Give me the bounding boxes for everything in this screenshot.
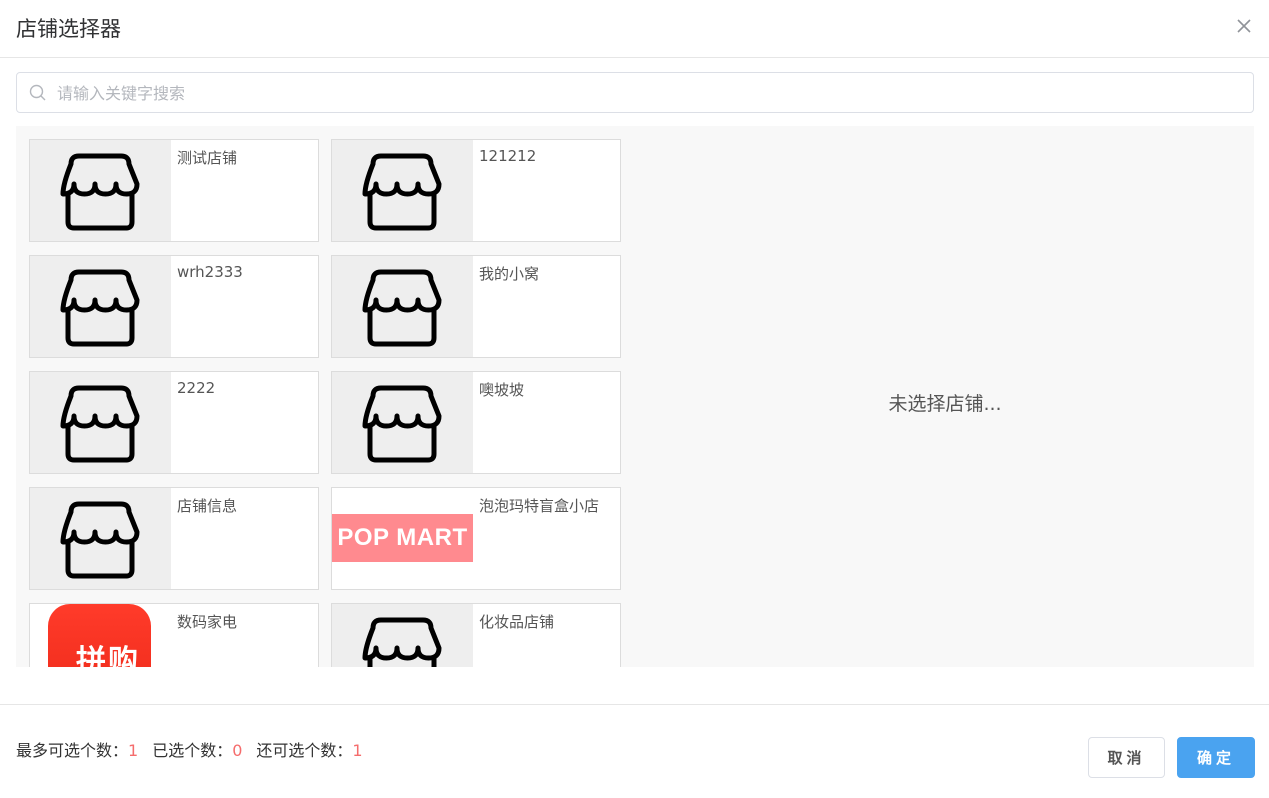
shop-icon — [60, 501, 140, 579]
cancel-button[interactable]: 取消 — [1088, 737, 1165, 778]
max-count-label: 最多可选个数： — [16, 741, 129, 760]
dialog-header: 店铺选择器 — [0, 0, 1269, 58]
search-input[interactable] — [55, 79, 1239, 108]
store-card[interactable]: 2222 — [29, 371, 319, 474]
pinduoduo-logo: 拼购 — [48, 604, 151, 667]
store-thumbnail — [30, 256, 171, 357]
max-count-value: 1 — [128, 741, 139, 760]
store-card[interactable]: 拼购 数码家电 — [29, 603, 319, 667]
search-box[interactable] — [16, 72, 1254, 113]
popmart-logo: POP MART — [332, 514, 473, 562]
store-name: 测试店铺 — [177, 149, 238, 167]
store-card[interactable]: 测试店铺 — [29, 139, 319, 242]
shop-icon — [362, 269, 442, 347]
store-thumbnail: 拼购 — [30, 604, 171, 667]
store-thumbnail — [332, 604, 473, 667]
selected-count-label: 已选个数： — [152, 741, 233, 760]
store-card[interactable]: POP MART 泡泡玛特盲盒小店 — [331, 487, 621, 590]
store-name: 数码家电 — [177, 613, 238, 631]
pinduoduo-logo-text: 拼购 — [76, 644, 140, 667]
footer-divider — [0, 704, 1269, 705]
selector-body: 测试店铺 121212 wrh2333 我的小窝 2222 噢坡坡 店铺信息 P… — [16, 126, 1254, 667]
store-name: 我的小窝 — [479, 265, 540, 283]
store-name: wrh2333 — [177, 263, 243, 281]
store-card[interactable]: 121212 — [331, 139, 621, 242]
store-name: 121212 — [479, 147, 537, 165]
close-icon[interactable] — [1233, 15, 1255, 37]
store-thumbnail — [30, 140, 171, 241]
search-icon — [29, 84, 46, 101]
store-thumbnail — [30, 372, 171, 473]
selected-count-value: 0 — [232, 741, 243, 760]
store-thumbnail — [30, 488, 171, 589]
shop-icon — [362, 617, 442, 667]
store-card[interactable]: wrh2333 — [29, 255, 319, 358]
selected-stores-panel: 未选择店铺... — [636, 126, 1254, 667]
shop-icon — [362, 153, 442, 231]
remaining-count-value: 1 — [352, 741, 363, 760]
empty-selection-text: 未选择店铺... — [888, 393, 1002, 415]
store-thumbnail — [332, 372, 473, 473]
store-name: 2222 — [177, 379, 216, 397]
shop-icon — [60, 385, 140, 463]
shop-icon — [60, 153, 140, 231]
store-thumbnail — [332, 256, 473, 357]
store-thumbnail: POP MART — [332, 488, 473, 589]
store-name: 泡泡玛特盲盒小店 — [479, 497, 600, 515]
shop-icon — [362, 385, 442, 463]
store-list[interactable]: 测试店铺 121212 wrh2333 我的小窝 2222 噢坡坡 店铺信息 P… — [16, 126, 636, 667]
store-thumbnail — [332, 140, 473, 241]
store-card[interactable]: 化妆品店铺 — [331, 603, 621, 667]
store-name: 噢坡坡 — [479, 381, 525, 399]
selection-stats: 最多可选个数：1 已选个数：0 还可选个数：1 — [16, 737, 377, 761]
dialog-title: 店铺选择器 — [16, 17, 121, 41]
store-card[interactable]: 店铺信息 — [29, 487, 319, 590]
store-name: 店铺信息 — [177, 497, 238, 515]
confirm-button[interactable]: 确定 — [1177, 737, 1255, 778]
store-selector-dialog: 店铺选择器 测试店铺 — [0, 0, 1269, 798]
store-card[interactable]: 我的小窝 — [331, 255, 621, 358]
store-name: 化妆品店铺 — [479, 613, 555, 631]
remaining-count-label: 还可选个数： — [256, 741, 353, 760]
shop-icon — [60, 269, 140, 347]
store-card[interactable]: 噢坡坡 — [331, 371, 621, 474]
